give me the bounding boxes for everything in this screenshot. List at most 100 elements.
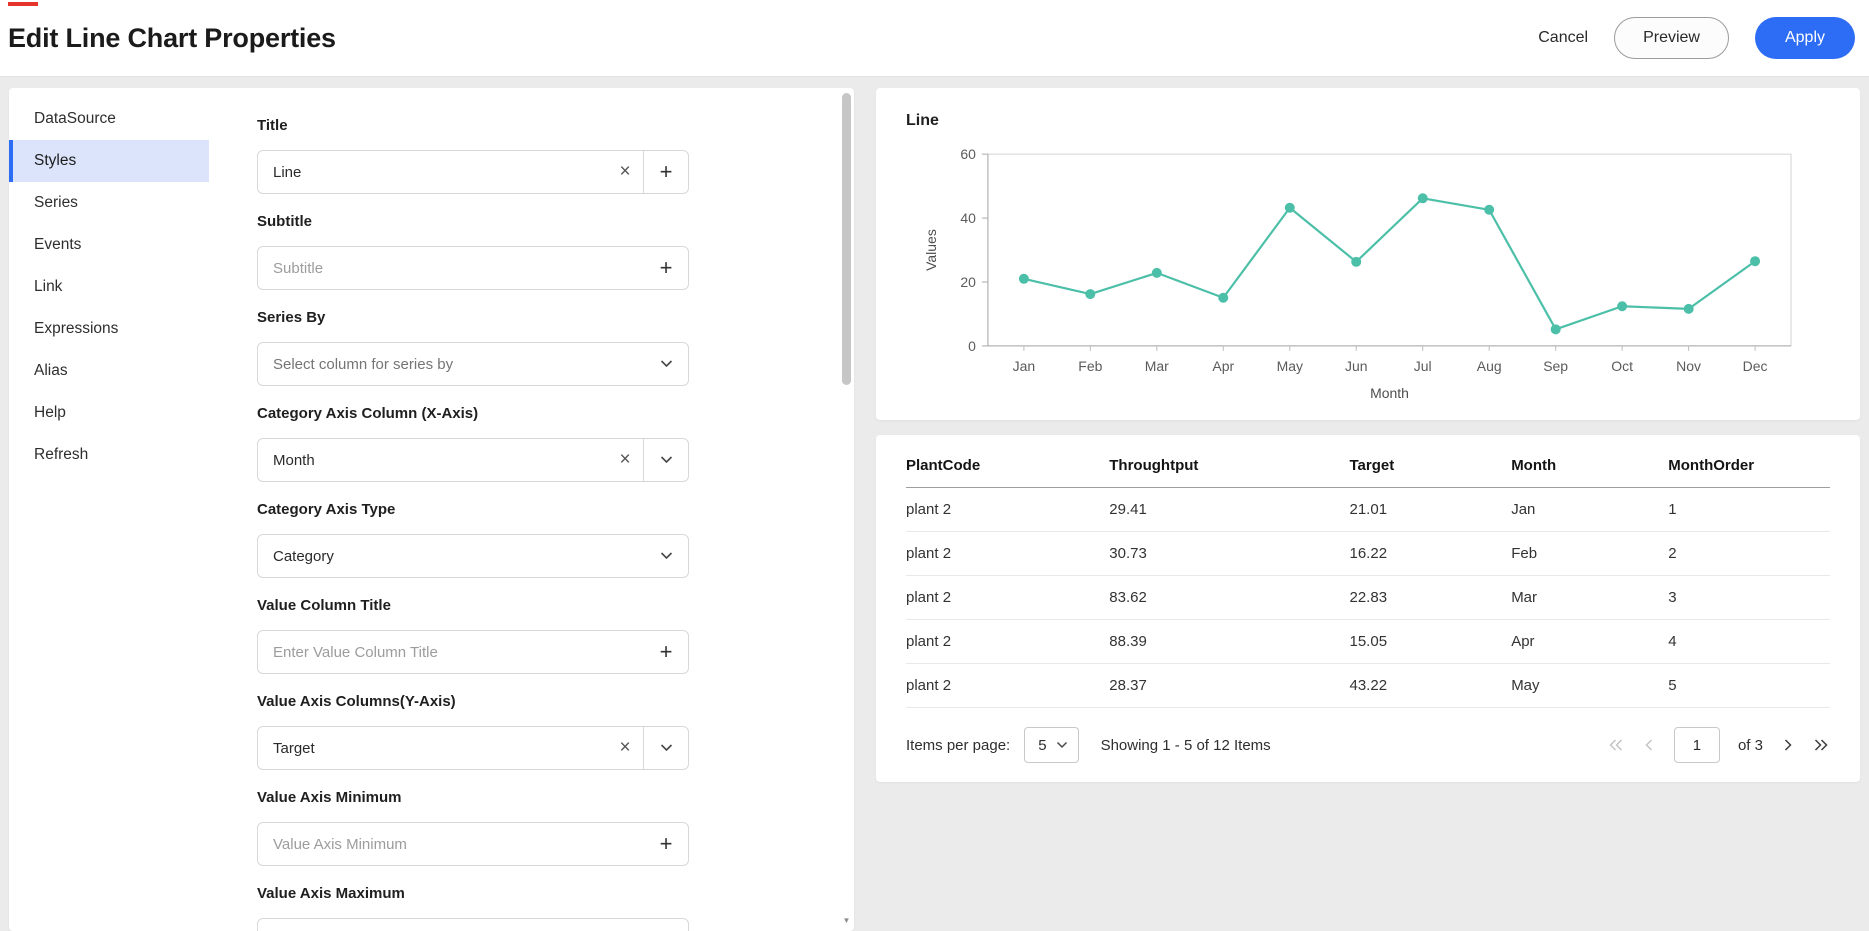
table-cell: Feb [1511,531,1669,576]
value-column-title-input[interactable]: + [257,630,689,674]
series-by-label: Series By [257,309,326,326]
value-axis-maximum-text-field[interactable] [258,919,644,931]
chevron-down-icon[interactable] [644,439,688,481]
double-chevron-right-icon [1814,739,1828,751]
value-axis-minimum-input[interactable]: + [257,822,689,866]
svg-text:Sep: Sep [1543,358,1568,374]
column-header-monthorder: MonthOrder [1668,441,1830,488]
add-icon[interactable]: + [644,919,688,931]
double-chevron-left-icon [1609,739,1622,751]
first-page-button[interactable] [1607,738,1624,752]
chevron-down-icon[interactable] [644,343,688,385]
clear-icon[interactable]: × [607,439,643,481]
app-header: Edit Line Chart Properties Cancel Previe… [0,0,1869,76]
preview-button[interactable]: Preview [1614,17,1729,59]
svg-text:Apr: Apr [1212,358,1234,374]
preview-column: Line 0 20 40 60 Jan Feb Mar Apr May Jun Jul Aug Sep O… [876,88,1860,782]
value-column-title-field-group: Value Column Title + [257,596,854,674]
items-per-page-select[interactable]: 5 [1024,727,1079,763]
current-page-input[interactable]: 1 [1673,727,1720,763]
table-cell: Mar [1511,575,1669,620]
value-axis-maximum-input[interactable]: + [257,918,689,931]
table-cell: 29.41 [1109,487,1350,532]
table-cell: plant 2 [906,663,1110,708]
apply-button[interactable]: Apply [1754,17,1855,59]
chevron-down-icon[interactable] [644,727,688,769]
column-header-throughtput: Throughtput [1109,441,1350,488]
value-column-title-text-field[interactable] [258,631,644,673]
table-cell: 2 [1668,531,1830,576]
add-icon[interactable]: + [644,823,688,865]
sidebar-item-series[interactable]: Series [9,182,209,224]
value-axis-columns-select[interactable]: Target × [257,726,689,770]
value-axis-columns-value: Target [273,739,315,757]
svg-text:20: 20 [960,274,976,290]
clear-icon[interactable]: × [607,151,643,193]
clear-icon[interactable]: × [607,727,643,769]
column-header-month: Month [1511,441,1669,488]
subtitle-text-field[interactable] [258,247,644,289]
value-axis-maximum-field-group: Value Axis Maximum + [257,884,854,931]
sidebar-item-events[interactable]: Events [9,224,209,266]
table-body: plant 2 29.41 21.01 Jan 1 plant 2 30.73 16.22 Fe… [906,487,1830,708]
series-by-select[interactable]: Select column for series by [257,342,689,386]
table-cell: 4 [1668,619,1830,664]
form-scrollbar-thumb[interactable] [842,93,851,385]
next-page-button[interactable] [1781,738,1795,752]
items-per-page-label: Items per page: [906,736,1011,754]
sidebar-item-refresh[interactable]: Refresh [9,434,209,476]
svg-text:Jan: Jan [1013,358,1036,374]
svg-text:Values: Values [923,229,939,271]
data-table: PlantCode Throughtput Target Month MonthOrde… [906,441,1830,708]
chart-title: Line [906,112,939,129]
title-input[interactable]: ×+ [257,150,689,194]
category-axis-column-select[interactable]: Month × [257,438,689,482]
category-axis-type-select[interactable]: Category [257,534,689,578]
chart-preview-card: Line 0 20 40 60 Jan Feb Mar Apr May Jun Jul Aug Sep O… [876,88,1860,420]
subtitle-field-group: Subtitle + [257,212,854,290]
table-cell: 1 [1668,487,1830,532]
header-actions: Cancel Preview Apply [1538,17,1855,59]
table-row: plant 2 29.41 21.01 Jan 1 [906,487,1830,532]
form-scrollbar[interactable]: ▼ [842,91,851,928]
svg-text:Month: Month [1370,385,1409,401]
sidebar-item-datasource[interactable]: DataSource [9,98,209,140]
title-text-field[interactable] [258,151,607,193]
subtitle-input[interactable]: + [257,246,689,290]
value-column-title-label: Value Column Title [257,597,391,614]
value-axis-columns-field-group: Value Axis Columns(Y-Axis) Target × [257,692,854,770]
svg-text:Feb: Feb [1078,358,1102,374]
table-cell: 28.37 [1109,663,1350,708]
previous-page-button[interactable] [1642,738,1656,752]
svg-text:60: 60 [960,146,976,162]
value-axis-minimum-label: Value Axis Minimum [257,789,402,806]
sidebar-item-styles[interactable]: Styles [9,140,209,182]
svg-text:Jun: Jun [1345,358,1368,374]
scroll-down-arrow-icon[interactable]: ▼ [842,916,851,926]
add-icon[interactable]: + [644,247,688,289]
svg-text:Jul: Jul [1414,358,1432,374]
table-row: plant 2 83.62 22.83 Mar 3 [906,575,1830,620]
value-axis-minimum-field-group: Value Axis Minimum + [257,788,854,866]
svg-text:Dec: Dec [1743,358,1768,374]
series-by-value: Select column for series by [273,355,454,373]
svg-text:Aug: Aug [1477,358,1502,374]
add-icon[interactable]: + [644,151,688,193]
sidebar-item-alias[interactable]: Alias [9,350,209,392]
last-page-button[interactable] [1813,738,1830,752]
chevron-down-icon[interactable] [644,535,688,577]
add-icon[interactable]: + [644,631,688,673]
pager-controls: 1 of 3 [1607,727,1830,763]
sidebar-item-help[interactable]: Help [9,392,209,434]
cancel-button[interactable]: Cancel [1538,29,1588,47]
value-axis-minimum-text-field[interactable] [258,823,644,865]
category-axis-column-value: Month [273,451,315,469]
svg-text:0: 0 [968,338,976,354]
title-label: Title [257,117,288,134]
table-cell: 43.22 [1349,663,1512,708]
table-cell: plant 2 [906,531,1110,576]
table-cell: 15.05 [1349,619,1512,664]
sidebar-item-expressions[interactable]: Expressions [9,308,209,350]
subtitle-label: Subtitle [257,213,312,230]
sidebar-item-link[interactable]: Link [9,266,209,308]
